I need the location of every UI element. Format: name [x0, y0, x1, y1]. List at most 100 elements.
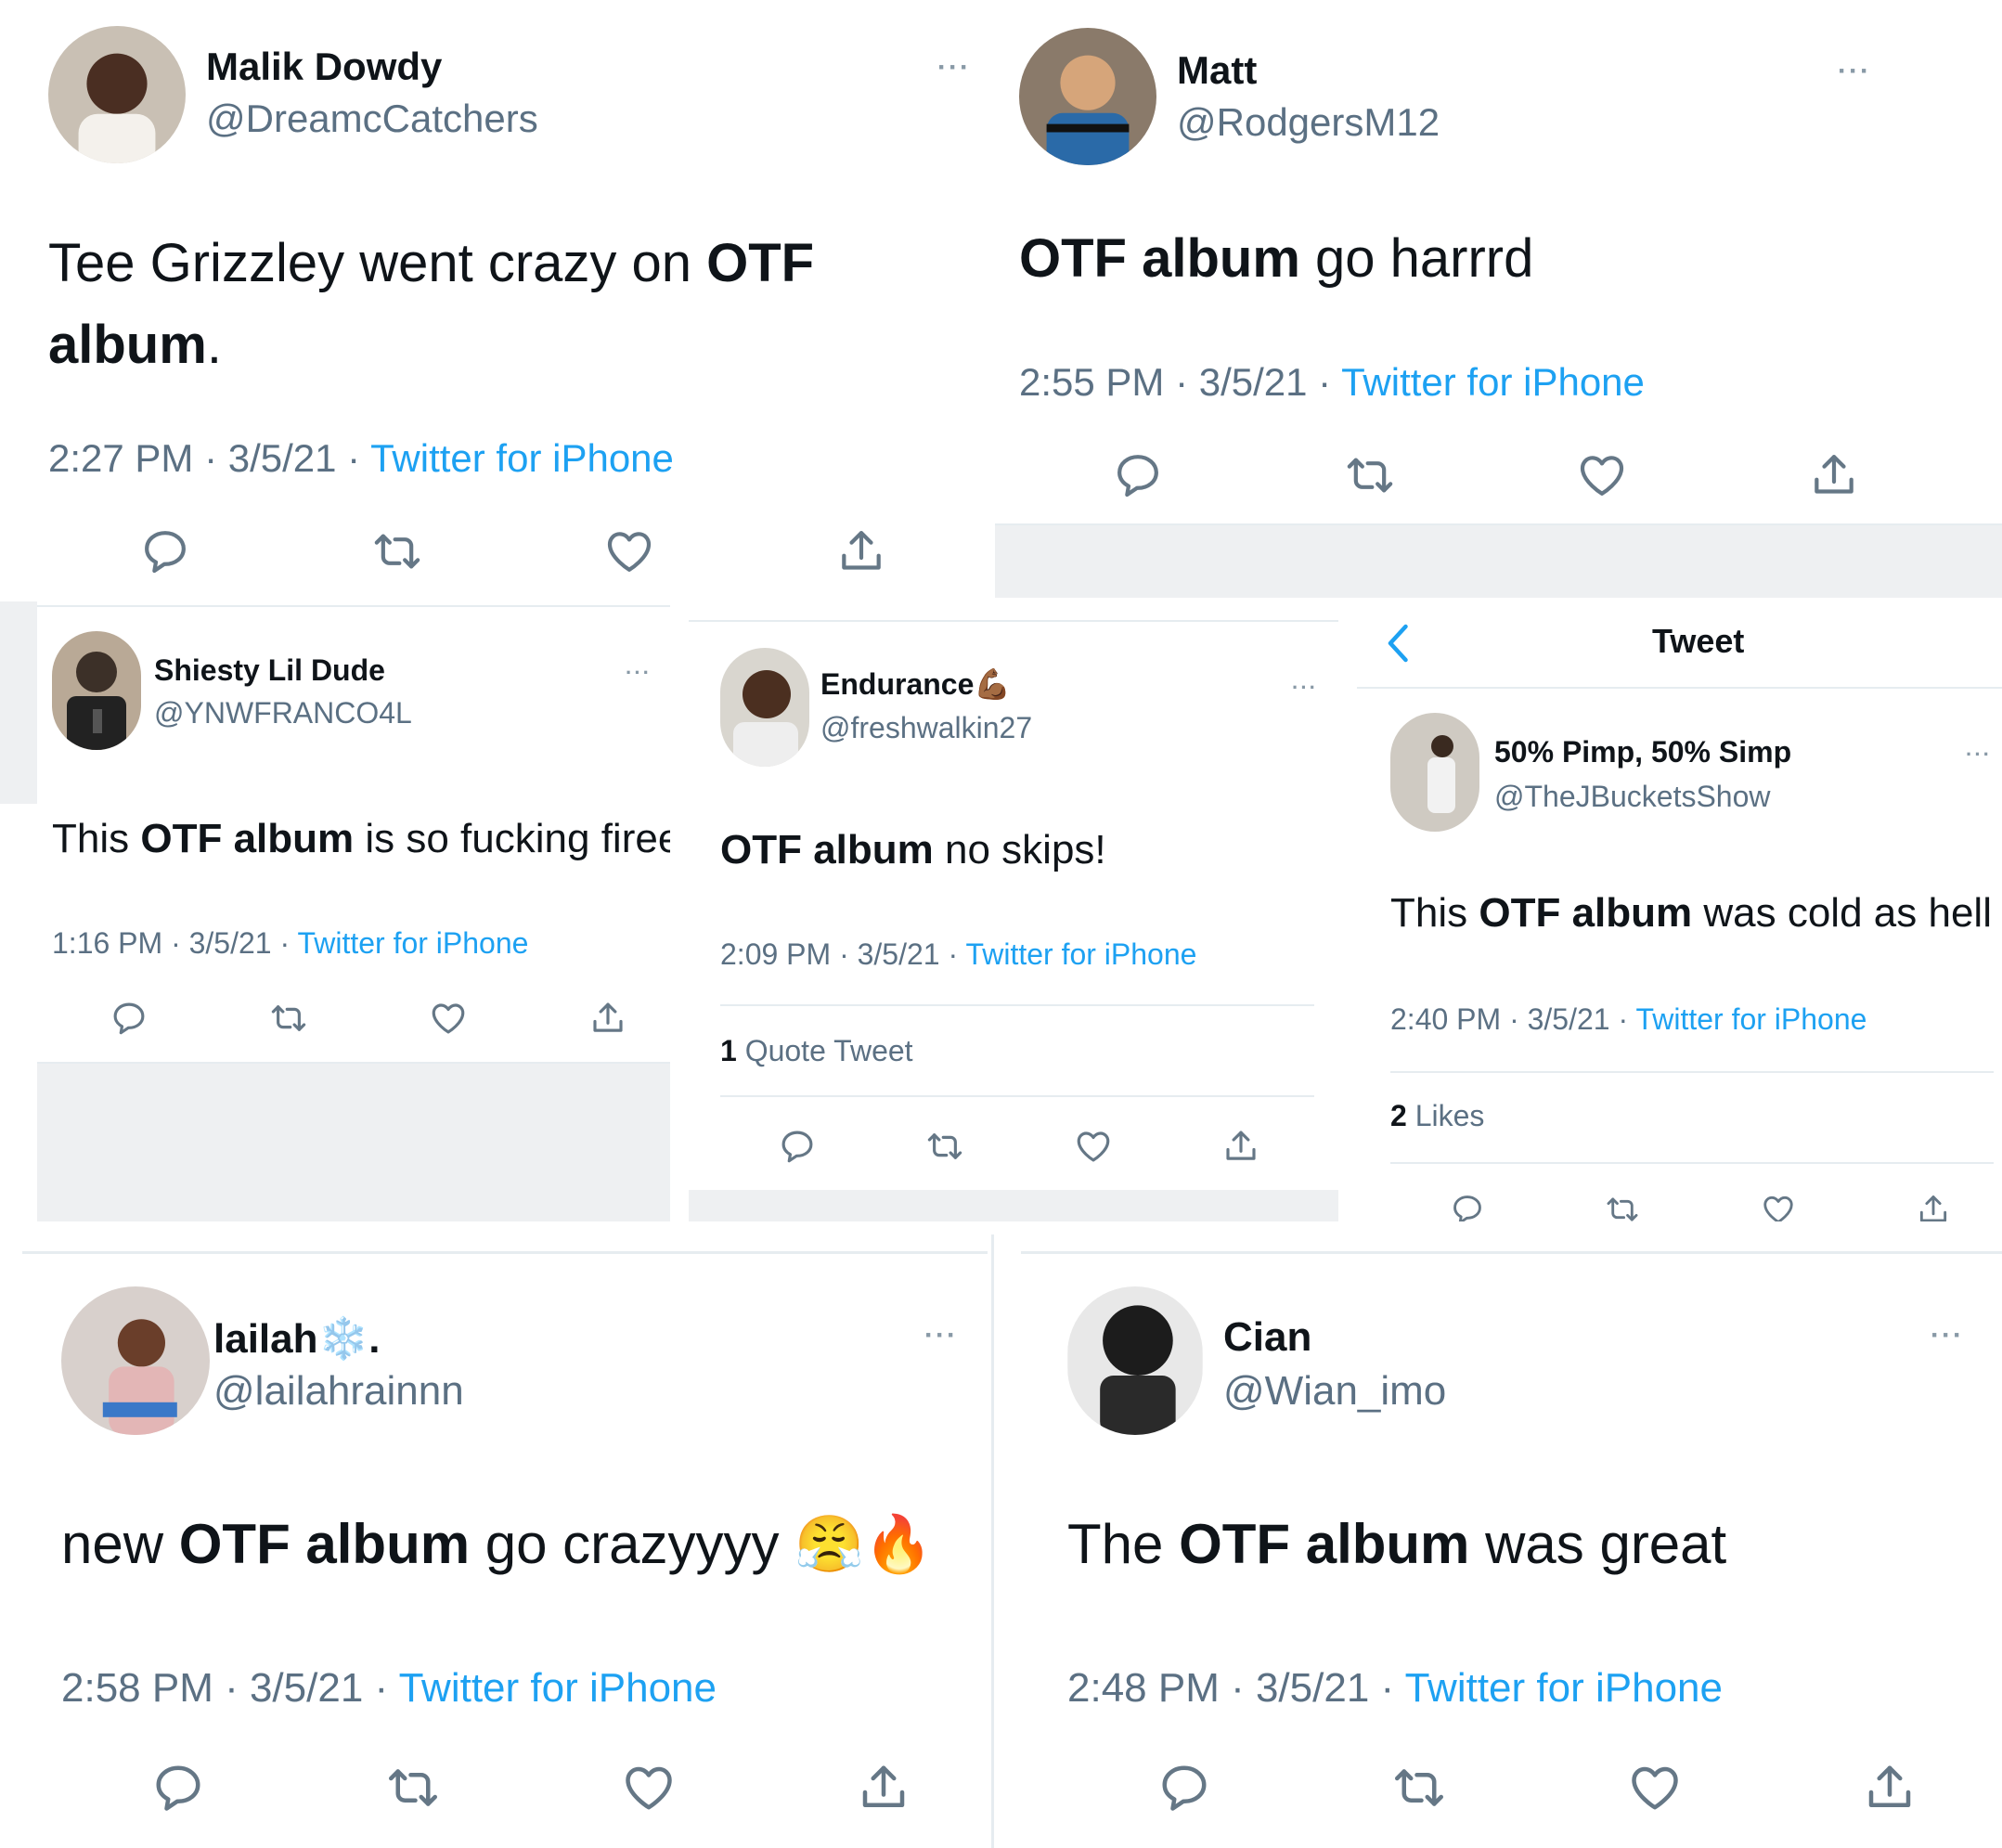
tweet-bold-text: OTF album: [1479, 890, 1693, 936]
tweet-text: This OTF album was cold as hell: [1390, 890, 1992, 936]
tweet-card: Matt @RodgersM12 ··· OTF album go harrrd…: [995, 0, 2002, 525]
retweet-icon[interactable]: [925, 1127, 964, 1166]
more-options-icon[interactable]: ···: [1292, 676, 1318, 700]
page-title: Tweet: [1652, 622, 1745, 660]
tweet-text: OTF album go harrrd: [1019, 228, 1534, 289]
handle[interactable]: @lailahrainnn: [213, 1368, 464, 1415]
retweet-icon[interactable]: [269, 999, 308, 1038]
source-link[interactable]: Twitter for iPhone: [370, 436, 674, 480]
reply-icon[interactable]: [1156, 1760, 1212, 1816]
share-icon[interactable]: [856, 1760, 911, 1816]
like-icon[interactable]: [621, 1760, 677, 1816]
display-name[interactable]: Malik Dowdy: [206, 45, 442, 89]
share-icon[interactable]: [1862, 1760, 1918, 1816]
like-icon[interactable]: [1627, 1760, 1683, 1816]
tweet-text: This OTF album is so fucking fireeeee: [52, 816, 670, 861]
retweet-icon[interactable]: [385, 1760, 441, 1816]
handle[interactable]: @freshwalkin27: [820, 711, 1032, 745]
background-strip: [37, 1064, 670, 1221]
reply-icon[interactable]: [1450, 1192, 1485, 1221]
avatar[interactable]: [1019, 28, 1156, 165]
display-name[interactable]: Matt: [1177, 48, 1257, 93]
more-options-icon[interactable]: ···: [1838, 56, 1871, 87]
handle[interactable]: @YNWFRANCO4L: [154, 696, 412, 730]
tweet-bold-text: OTF album: [1019, 228, 1300, 289]
action-bar: [1450, 1192, 1951, 1221]
more-options-icon[interactable]: ···: [1931, 1320, 1964, 1351]
avatar[interactable]: [1390, 713, 1479, 832]
share-icon[interactable]: [1916, 1192, 1951, 1221]
source-link[interactable]: Twitter for iPhone: [399, 1665, 717, 1711]
share-icon[interactable]: [1808, 449, 1860, 501]
display-name[interactable]: lailah❄️.: [213, 1314, 381, 1363]
action-bar: [1156, 1760, 1918, 1816]
reply-icon[interactable]: [150, 1760, 206, 1816]
like-icon[interactable]: [1576, 449, 1628, 501]
retweet-icon[interactable]: [1605, 1192, 1640, 1221]
divider: [1021, 1251, 2002, 1254]
divider: [995, 523, 2002, 525]
handle[interactable]: @TheJBucketsShow: [1494, 780, 1771, 814]
action-bar: [1112, 449, 1860, 501]
divider: [1390, 1071, 1994, 1073]
background-strip: [0, 601, 37, 804]
retweet-icon[interactable]: [371, 525, 423, 577]
likes-count[interactable]: 2 Likes: [1390, 1099, 1484, 1133]
retweet-icon[interactable]: [1344, 449, 1396, 501]
background-strip: [995, 525, 2002, 598]
back-chevron-icon[interactable]: [1385, 620, 1413, 666]
display-name[interactable]: Cian: [1223, 1314, 1311, 1361]
reply-icon[interactable]: [778, 1127, 817, 1166]
tweet-bold-text: OTF album: [720, 827, 934, 872]
more-options-icon[interactable]: ···: [924, 1320, 958, 1351]
more-options-icon[interactable]: ···: [626, 661, 652, 685]
background-strip: [689, 1190, 1338, 1221]
like-icon[interactable]: [429, 999, 468, 1038]
share-icon[interactable]: [1221, 1127, 1260, 1166]
share-icon[interactable]: [835, 525, 887, 577]
tweet-meta: 2:09 PM · 3/5/21 · Twitter for iPhone: [720, 937, 1197, 971]
display-name[interactable]: Endurance💪🏾: [820, 666, 1011, 702]
tweet-card: Cian @Wian_imo ··· The OTF album was gre…: [1021, 1259, 2002, 1848]
reply-icon[interactable]: [110, 999, 149, 1038]
display-name[interactable]: 50% Pimp, 50% Simp: [1494, 735, 1791, 769]
tweet-meta: 2:27 PM · 3/5/21 · Twitter for iPhone: [48, 436, 674, 480]
divider: [1390, 1162, 1994, 1164]
tweet-meta: 2:40 PM · 3/5/21 · Twitter for iPhone: [1390, 1002, 1867, 1036]
avatar[interactable]: [48, 26, 186, 163]
tweet-text: Tee Grizzley went crazy on OTF album.: [48, 233, 815, 375]
like-icon[interactable]: [1074, 1127, 1113, 1166]
tweet-meta: 2:48 PM · 3/5/21 · Twitter for iPhone: [1067, 1665, 1723, 1711]
handle[interactable]: @RodgersM12: [1177, 100, 1440, 145]
handle[interactable]: @Wian_imo: [1223, 1368, 1446, 1415]
display-name[interactable]: Shiesty Lil Dude: [154, 653, 385, 688]
source-link[interactable]: Twitter for iPhone: [1341, 360, 1645, 404]
avatar[interactable]: [720, 648, 809, 767]
like-icon[interactable]: [1761, 1192, 1796, 1221]
avatar[interactable]: [1067, 1286, 1203, 1435]
reply-icon[interactable]: [1112, 449, 1164, 501]
more-options-icon[interactable]: ···: [937, 52, 971, 84]
source-link[interactable]: Twitter for iPhone: [965, 937, 1196, 971]
like-icon[interactable]: [603, 525, 655, 577]
retweet-icon[interactable]: [1391, 1760, 1447, 1816]
tweet-card: Malik Dowdy @DreamcCatchers ··· Tee Griz…: [0, 0, 993, 601]
divider: [720, 1095, 1314, 1097]
avatar[interactable]: [52, 631, 141, 750]
divider: [720, 1004, 1314, 1006]
quote-tweet-count[interactable]: 1 Quote Tweet: [720, 1034, 913, 1068]
divider: [37, 605, 670, 607]
reply-icon[interactable]: [139, 525, 191, 577]
tweet-bold-text: OTF album: [140, 816, 355, 861]
tweet-bold-text: OTF album: [1179, 1513, 1470, 1575]
avatar[interactable]: [61, 1286, 210, 1435]
source-link[interactable]: Twitter for iPhone: [1635, 1002, 1866, 1036]
source-link[interactable]: Twitter for iPhone: [297, 926, 528, 960]
tweet-meta: 2:55 PM · 3/5/21 · Twitter for iPhone: [1019, 360, 1645, 404]
more-options-icon[interactable]: ···: [1966, 743, 1992, 767]
action-bar: [110, 999, 666, 1038]
source-link[interactable]: Twitter for iPhone: [1405, 1665, 1723, 1711]
share-icon[interactable]: [588, 999, 627, 1038]
tweet-card: lailah❄️. @lailahrainnn ··· new OTF albu…: [22, 1259, 988, 1848]
handle[interactable]: @DreamcCatchers: [206, 97, 538, 141]
